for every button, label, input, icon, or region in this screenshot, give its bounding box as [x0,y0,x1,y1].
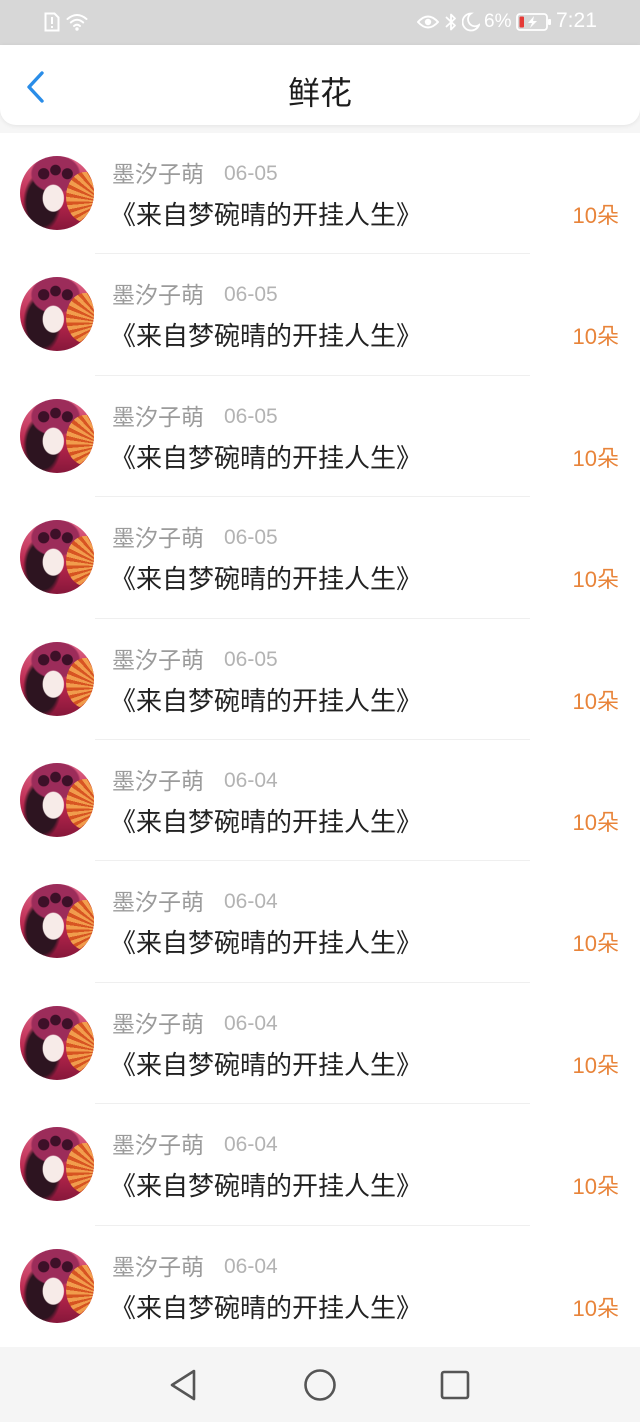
recents-square-icon [440,1370,470,1400]
flower-amount: 10朵 [572,445,619,471]
sender-name: 墨汐子萌 [112,161,204,187]
avatar[interactable] [20,520,94,595]
eye-icon [417,15,439,29]
list-item[interactable]: 墨汐子萌 06-04 《来自梦碗晴的开挂人生》 10朵 [0,861,640,983]
battery-percent: 6% [484,11,512,32]
gift-date: 06-05 [224,162,278,185]
moon-icon [462,12,480,32]
sender-name: 墨汐子萌 [112,1010,204,1037]
book-title: 《来自梦碗晴的开挂人生》 [110,1049,423,1080]
list-item[interactable]: 墨汐子萌 06-04 《来自梦碗晴的开挂人生》 10朵 [0,740,640,862]
flower-amount: 10朵 [572,809,619,835]
avatar[interactable] [20,277,94,352]
app-header: 鲜花 [0,45,640,125]
list-item[interactable]: 墨汐子萌 06-04 《来自梦碗晴的开挂人生》 10朵 [0,1226,640,1347]
avatar[interactable] [20,398,94,473]
avatar[interactable] [20,1127,94,1202]
gift-date: 06-05 [224,283,278,307]
list-item[interactable]: 墨汐子萌 06-05 《来自梦碗晴的开挂人生》 10朵 [0,133,640,255]
battery-charging-icon [516,13,551,31]
book-title: 《来自梦碗晴的开挂人生》 [110,928,423,959]
book-title: 《来自梦碗晴的开挂人生》 [110,1292,423,1323]
sim-alert-icon [44,12,60,32]
flower-amount: 10朵 [572,688,619,714]
flower-list: 墨汐子萌 06-05 《来自梦碗晴的开挂人生》 10朵 墨汐子萌 06-05 《… [0,133,640,1347]
gift-date: 06-04 [224,890,278,914]
nav-recents-button[interactable] [433,1363,477,1407]
gift-date: 06-04 [224,768,278,792]
list-item[interactable]: 墨汐子萌 06-05 《来自梦碗晴的开挂人生》 10朵 [0,376,640,498]
sender-name: 墨汐子萌 [112,403,204,430]
flower-amount: 10朵 [572,203,619,228]
nav-home-button[interactable] [298,1363,342,1407]
flower-amount: 10朵 [572,1052,619,1078]
page-title: 鲜花 [287,75,352,111]
gift-date: 06-04 [224,1011,278,1035]
list-item[interactable]: 墨汐子萌 06-05 《来自梦碗晴的开挂人生》 10朵 [0,497,640,619]
avatar[interactable] [20,156,94,230]
flower-amount: 10朵 [572,931,619,957]
book-title: 《来自梦碗晴的开挂人生》 [110,564,423,595]
gift-date: 06-05 [224,647,278,671]
flower-amount: 10朵 [572,567,619,593]
home-circle-icon [304,1369,336,1401]
book-title: 《来自梦碗晴的开挂人生》 [110,200,423,230]
sender-name: 墨汐子萌 [112,1132,204,1159]
book-title: 《来自梦碗晴的开挂人生》 [110,1171,423,1202]
wifi-icon [66,14,88,31]
gift-date: 06-04 [224,1133,278,1157]
sender-name: 墨汐子萌 [112,1253,204,1280]
bluetooth-icon [445,13,456,31]
flower-amount: 10朵 [572,1295,619,1321]
list-item[interactable]: 墨汐子萌 06-04 《来自梦碗晴的开挂人生》 10朵 [0,983,640,1105]
sender-name: 墨汐子萌 [112,525,204,552]
avatar[interactable] [20,884,94,959]
gift-date: 06-05 [224,526,278,550]
sender-name: 墨汐子萌 [112,767,204,794]
list-item[interactable]: 墨汐子萌 06-04 《来自梦碗晴的开挂人生》 10朵 [0,1104,640,1226]
avatar[interactable] [20,641,94,716]
system-nav-bar [0,1347,640,1422]
sender-name: 墨汐子萌 [112,282,204,309]
book-title: 《来自梦碗晴的开挂人生》 [110,685,423,716]
flower-amount: 10朵 [572,1174,619,1200]
clock: 7:21 [556,9,597,32]
avatar[interactable] [20,1005,94,1080]
sender-name: 墨汐子萌 [112,889,204,916]
list-item[interactable]: 墨汐子萌 06-05 《来自梦碗晴的开挂人生》 10朵 [0,619,640,740]
avatar[interactable] [20,762,94,837]
book-title: 《来自梦碗晴的开挂人生》 [110,806,423,837]
back-triangle-icon [170,1369,196,1401]
gift-date: 06-04 [224,1254,278,1278]
flower-amount: 10朵 [572,324,619,350]
status-bar: 6% 7:21 [0,0,640,45]
avatar[interactable] [20,1248,94,1323]
gift-date: 06-05 [224,404,278,428]
list-item[interactable]: 墨汐子萌 06-05 《来自梦碗晴的开挂人生》 10朵 [0,254,640,376]
book-title: 《来自梦碗晴的开挂人生》 [110,442,423,473]
book-title: 《来自梦碗晴的开挂人生》 [110,321,423,352]
sender-name: 墨汐子萌 [112,646,204,673]
nav-back-button[interactable] [161,1363,205,1407]
